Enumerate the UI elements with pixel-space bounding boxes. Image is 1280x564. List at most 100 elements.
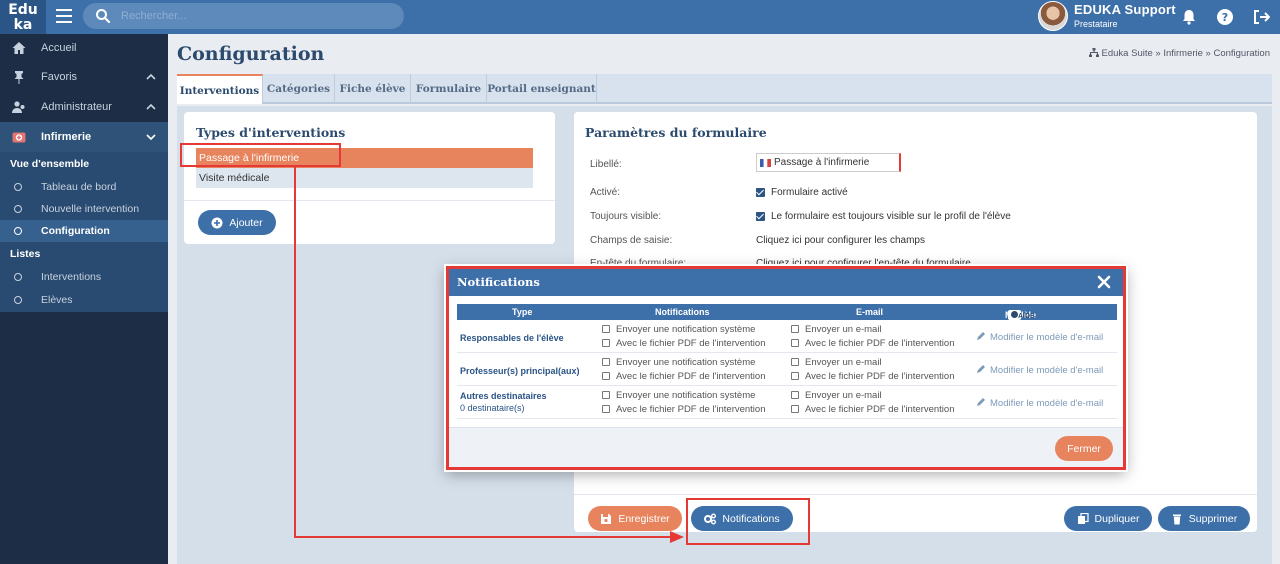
modal-footer: Fermer [449,427,1123,467]
delete-button[interactable]: Supprimer [1158,506,1250,531]
list-item[interactable]: Passage à l'infirmerie [196,148,533,168]
tab-fiche-eleve[interactable]: Fiche élève [335,74,411,104]
pin-icon [14,71,24,84]
sidebar-item-accueil[interactable]: Accueil [0,34,168,62]
breadcrumb: Eduka Suite » Infirmerie » Configuration [1088,48,1270,59]
table-row: Responsables de l'élève Envoyer une noti… [457,320,1117,353]
svg-text:?: ? [1222,11,1228,24]
circle-icon [14,227,22,235]
pdf-notification-checkbox[interactable]: Avec le fichier PDF de l'intervention [602,338,766,349]
gears-icon [704,513,717,524]
help-icon [1011,311,1018,318]
field-label: Libellé: [590,159,622,170]
trash-icon [1172,514,1181,524]
table-header: Type Notifications E-mail Modèle AIDE [457,304,1117,320]
chevron-up-icon [146,103,156,110]
pencil-icon [977,365,985,373]
modify-template-link[interactable]: Modifier le modèle d'e-mail [976,331,1103,343]
help-icon[interactable]: ? [1216,8,1234,26]
user-info[interactable]: EDUKA Support Prestataire [1074,2,1176,29]
arrow-head-icon [670,531,684,543]
floppy-icon [601,513,612,524]
top-bar: Eduka EDUKA SupportPrestataire ? [0,0,1280,34]
pdf-email-checkbox[interactable]: Avec le fichier PDF de l'intervention [791,404,955,415]
sidebar-section-overview: Vue d'ensemble [0,152,168,176]
circle-icon [14,205,22,213]
sidebar-section-lists: Listes [0,242,168,266]
page-title: Configuration [177,43,325,65]
bell-icon[interactable] [1180,8,1198,26]
pdf-notification-checkbox[interactable]: Avec le fichier PDF de l'intervention [602,404,766,415]
chevron-down-icon [146,134,156,141]
notifications-table: Type Notifications E-mail Modèle AIDE Re… [457,304,1117,419]
sidebar-item-infirmerie[interactable]: Infirmerie [0,122,168,152]
sidebar-sub-interventions[interactable]: Interventions [0,266,168,288]
tab-formulaire[interactable]: Formulaire [411,74,487,104]
system-notification-checkbox[interactable]: Envoyer une notification système [602,324,755,335]
close-button[interactable]: Fermer [1055,436,1113,461]
always-visible-checkbox[interactable]: Le formulaire est toujours visible sur l… [756,211,1011,222]
sidebar-item-favoris[interactable]: Favoris [0,62,168,92]
sidebar-sub-eleves[interactable]: Elèves [0,288,168,312]
notifications-modal: Notifications Type Notifications E-mail … [446,266,1126,470]
modify-template-link[interactable]: Modifier le modèle d'e-mail [976,397,1103,409]
email-checkbox[interactable]: Envoyer un e-mail [791,390,882,401]
modal-header: Notifications [449,269,1123,296]
duplicate-button[interactable]: Dupliquer [1064,506,1152,531]
table-row: Autres destinataires 0 destinataire(s) E… [457,386,1117,419]
modify-template-link[interactable]: Modifier le modèle d'e-mail [976,364,1103,376]
avatar[interactable] [1038,1,1068,31]
chevron-up-icon [146,73,156,80]
pdf-notification-checkbox[interactable]: Avec le fichier PDF de l'intervention [602,371,766,382]
tab-interventions[interactable]: Interventions [177,74,263,104]
pdf-email-checkbox[interactable]: Avec le fichier PDF de l'intervention [791,338,955,349]
email-checkbox[interactable]: Envoyer un e-mail [791,357,882,368]
circle-icon [14,183,22,191]
field-label: Toujours visible: [590,211,662,222]
users-icon [12,101,25,113]
logout-icon[interactable] [1252,8,1270,26]
search-icon [96,9,111,24]
home-icon [12,42,26,54]
tab-portail-enseignant[interactable]: Portail enseignant [487,74,597,104]
sidebar-sub-configuration[interactable]: Configuration [0,220,168,242]
system-notification-checkbox[interactable]: Envoyer une notification système [602,357,755,368]
pdf-email-checkbox[interactable]: Avec le fichier PDF de l'intervention [791,371,955,382]
flag-fr-icon [760,158,771,167]
recipient-count: 0 destinataire(s) [460,403,525,413]
medical-icon [12,132,26,143]
list-item[interactable]: Visite médicale [196,168,533,188]
field-label: Activé: [590,187,621,198]
sitemap-icon [1088,48,1099,57]
pencil-icon [977,332,985,340]
table-row: Professeur(s) principal(aux) Envoyer une… [457,353,1117,386]
notifications-button[interactable]: Notifications [691,506,793,531]
sidebar: Accueil Favoris Administrateur Infirmeri… [0,34,168,564]
libelle-input[interactable]: Passage à l'infirmerie [756,153,901,172]
search-input[interactable] [121,8,391,24]
circle-icon [14,296,22,304]
fields-config-link[interactable]: Cliquez ici pour configurer les champs [756,235,925,246]
copy-icon [1077,512,1089,524]
params-title: Paramètres du formulaire [585,125,767,140]
system-notification-checkbox[interactable]: Envoyer une notification système [602,390,755,401]
add-button[interactable]: Ajouter [198,210,276,235]
sidebar-sub-dashboard[interactable]: Tableau de bord [0,176,168,198]
circle-icon [14,273,22,281]
pencil-icon [977,398,985,406]
types-title: Types d'interventions [196,125,346,140]
close-icon[interactable] [1097,275,1111,289]
tab-categories[interactable]: Catégories [263,74,335,104]
active-checkbox[interactable]: Formulaire activé [756,187,848,198]
sidebar-sub-new-intervention[interactable]: Nouvelle intervention [0,198,168,220]
eduka-logo[interactable]: Edu ka [0,0,46,34]
tab-bar: Interventions Catégories Fiche élève For… [177,74,1272,104]
plus-circle-icon [211,217,223,228]
field-label: Champs de saisie: [590,235,673,246]
email-checkbox[interactable]: Envoyer un e-mail [791,324,882,335]
search-box[interactable] [83,3,404,29]
save-button[interactable]: Enregistrer [588,506,682,531]
menu-icon[interactable] [56,9,72,23]
aide-button[interactable]: AIDE [1008,310,1035,320]
sidebar-item-administrateur[interactable]: Administrateur [0,92,168,122]
